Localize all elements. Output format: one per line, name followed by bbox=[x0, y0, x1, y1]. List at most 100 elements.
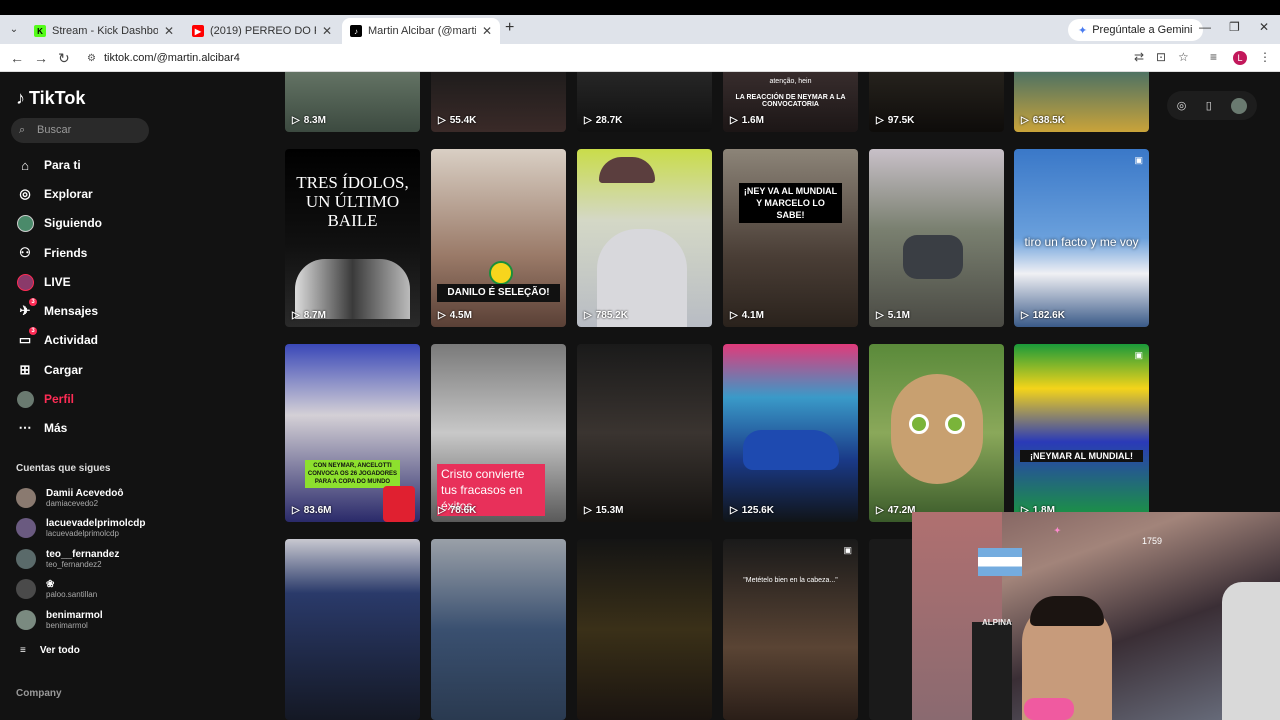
media-controls-icon[interactable]: ≡ bbox=[1210, 50, 1217, 64]
tiktok-logo[interactable]: ♪ TikTok bbox=[16, 88, 85, 109]
video-tile[interactable]: ▷ 125.6K bbox=[723, 344, 858, 522]
maximize-icon[interactable]: ❐ bbox=[1229, 20, 1240, 34]
video-tile[interactable] bbox=[285, 539, 420, 720]
video-tile[interactable]: ▷ 97.5K bbox=[869, 72, 1004, 132]
nav-actividad[interactable]: ▭ 3 Actividad bbox=[16, 327, 98, 350]
video-tile[interactable]: ▷ 5.1M bbox=[869, 149, 1004, 327]
video-caption: tiro un facto y me voy bbox=[1024, 235, 1139, 249]
streamer-hair bbox=[1030, 596, 1104, 626]
video-tile[interactable]: ▣ ¡NEYMAR AL MUNDIAL! ▷ 1.8M bbox=[1014, 344, 1149, 522]
play-icon: ▷ bbox=[876, 505, 884, 516]
following-account[interactable]: benimarmol benimarmol bbox=[16, 608, 103, 632]
view-count: ▷ 638.5K bbox=[1021, 115, 1065, 126]
view-count: ▷ 8.7M bbox=[292, 310, 326, 321]
tab-kick-dashboard[interactable]: K Stream - Kick Dashboard ✕ bbox=[26, 18, 182, 44]
video-tile[interactable]: ▣ tiro un facto y me voy ▷ 182.6K bbox=[1014, 149, 1149, 327]
video-tile[interactable]: ▷ 55.4K bbox=[431, 72, 566, 132]
video-tile[interactable] bbox=[577, 539, 712, 720]
see-all-button[interactable]: ≡ Ver todo bbox=[20, 645, 80, 656]
search-input[interactable]: ⌕ Buscar bbox=[11, 118, 149, 143]
nav-friends[interactable]: ⚇ Friends bbox=[16, 243, 87, 263]
video-tile[interactable]: DANILO É SELEÇÃO! ▷ 4.5M bbox=[431, 149, 566, 327]
photo-carousel-icon: ▣ bbox=[1134, 350, 1143, 360]
browser-tab-bar: ⌄ K Stream - Kick Dashboard ✕ ▶ (2019) P… bbox=[0, 15, 1280, 44]
view-count: ▷ 4.1M bbox=[730, 310, 764, 321]
video-caption: DANILO É SELEÇÃO! bbox=[437, 284, 560, 302]
video-tile[interactable]: ▷ 785.2K bbox=[577, 149, 712, 327]
company-link[interactable]: Company bbox=[16, 688, 62, 699]
nav-perfil[interactable]: Perfil bbox=[16, 389, 74, 409]
reload-icon[interactable]: ↻ bbox=[58, 50, 70, 67]
new-tab-button[interactable]: + bbox=[505, 19, 514, 37]
tab-tiktok[interactable]: ♪ Martin Alcibar (@martin.alcibar ✕ bbox=[342, 18, 500, 44]
avatar bbox=[16, 488, 36, 508]
close-window-icon[interactable]: ✕ bbox=[1259, 20, 1269, 34]
compass-icon[interactable]: ◎ bbox=[1177, 99, 1187, 112]
photo-carousel-icon: ▣ bbox=[1134, 155, 1143, 165]
video-tile[interactable]: TRES ÍDOLOS, UN ÚLTIMO BAILE ▷ 8.7M bbox=[285, 149, 420, 327]
video-tile[interactable]: CON NEYMAR, ANCELOTTI CONVOCA OS 26 JOGA… bbox=[285, 344, 420, 522]
kebab-menu-icon[interactable]: ⋮ bbox=[1259, 50, 1271, 64]
play-icon: ▷ bbox=[1021, 310, 1029, 321]
user-avatar[interactable] bbox=[1231, 97, 1248, 114]
tab-title: Martin Alcibar (@martin.alcibar bbox=[368, 25, 476, 37]
play-icon: ▷ bbox=[730, 115, 738, 126]
video-tile[interactable]: ▷ 8.3M bbox=[285, 72, 420, 132]
tab-search-icon[interactable]: ⌄ bbox=[6, 22, 22, 38]
following-account[interactable]: ❀ paloo.santillan bbox=[16, 577, 97, 601]
play-icon: ▷ bbox=[292, 115, 300, 126]
creature-eye bbox=[945, 414, 965, 434]
nav-live[interactable]: LIVE bbox=[16, 272, 71, 292]
site-info-icon[interactable]: ⚙ bbox=[87, 48, 96, 69]
live-icon bbox=[16, 273, 34, 291]
video-caption: ¡NEY VA AL MUNDIAL Y MARCELO LO SABE! bbox=[739, 183, 842, 223]
creature-eye bbox=[909, 414, 929, 434]
tab-youtube[interactable]: ▶ (2019) PERREO DO FAVELA - A ✕ bbox=[184, 18, 340, 44]
close-icon[interactable]: ✕ bbox=[322, 24, 332, 38]
video-caption: "Metételo bien en la cabeza..." bbox=[743, 577, 838, 584]
nav-siguiendo[interactable]: Siguiendo bbox=[16, 213, 102, 233]
view-count: ▷ 8.3M bbox=[292, 115, 326, 126]
account-name-emoji-icon: ❀ bbox=[46, 578, 55, 590]
video-tile[interactable]: atenção, hein LA REACCIÓN DE NEYMAR A LA… bbox=[723, 72, 858, 132]
video-tile[interactable]: ▷ 47.2M bbox=[869, 344, 1004, 522]
following-account[interactable]: Damii Acevedoô damiacevedo2 bbox=[16, 486, 123, 510]
gemini-button[interactable]: ✦ Pregúntale a Gemini bbox=[1068, 19, 1203, 41]
video-tile[interactable]: ▷ 15.3M bbox=[577, 344, 712, 522]
view-count: ▷ 4.5M bbox=[438, 310, 472, 321]
play-icon: ▷ bbox=[584, 115, 592, 126]
nav-para-ti[interactable]: ⌂ Para ti bbox=[16, 155, 81, 175]
sidebar: ♪ TikTok ⌕ Buscar ⌂ Para ti ◎ Explorar Sig… bbox=[0, 72, 160, 720]
following-account[interactable]: teo__fernandez teo_fernandez2 bbox=[16, 547, 119, 571]
view-count: ▷ 182.6K bbox=[1021, 310, 1065, 321]
close-icon[interactable]: ✕ bbox=[482, 24, 492, 38]
nav-cargar[interactable]: ⊞ Cargar bbox=[16, 360, 83, 380]
bookmark-star-icon[interactable]: ☆ bbox=[1178, 50, 1189, 64]
nav-mas[interactable]: ⋯ Más bbox=[16, 418, 68, 438]
video-tile[interactable]: ▷ 28.7K bbox=[577, 72, 712, 132]
phone-icon[interactable]: ▯ bbox=[1206, 99, 1212, 112]
play-icon: ▷ bbox=[292, 505, 300, 516]
view-count: ▷ 83.6M bbox=[292, 505, 332, 516]
video-tile[interactable]: ¡NEY VA AL MUNDIAL Y MARCELO LO SABE! ▷ 4… bbox=[723, 149, 858, 327]
url-field[interactable]: ⚙ tiktok.com/@martin.alcibar4 bbox=[84, 48, 1124, 69]
following-account[interactable]: lacuevadelprimolcdp lacuevadelprimolcdp bbox=[16, 516, 145, 540]
video-tile[interactable]: ▷ 638.5K bbox=[1014, 72, 1149, 132]
account-username: damiacevedo2 bbox=[46, 498, 99, 508]
video-tile[interactable]: ▣ "Metételo bien en la cabeza..." bbox=[723, 539, 858, 720]
translate-icon[interactable]: ⇄ bbox=[1134, 50, 1144, 64]
nav-explorar[interactable]: ◎ Explorar bbox=[16, 184, 92, 204]
close-icon[interactable]: ✕ bbox=[164, 24, 174, 38]
notification-badge: 3 bbox=[29, 327, 37, 335]
compass-icon: ◎ bbox=[19, 186, 31, 201]
back-arrow-icon[interactable]: ← bbox=[10, 50, 24, 66]
account-name: lacuevadelprimolcdp bbox=[46, 517, 146, 529]
forward-arrow-icon[interactable]: → bbox=[34, 50, 48, 66]
install-icon[interactable]: ⊡ bbox=[1156, 50, 1166, 64]
nav-mensajes[interactable]: ✈ 3 Mensajes bbox=[16, 298, 98, 321]
video-tile[interactable]: Cristo convierte tus fracasos en éxitos … bbox=[431, 344, 566, 522]
video-tile[interactable] bbox=[431, 539, 566, 720]
profile-avatar[interactable]: L bbox=[1233, 51, 1247, 65]
minimize-icon[interactable]: — bbox=[1199, 20, 1211, 34]
following-avatar-icon bbox=[16, 214, 34, 232]
